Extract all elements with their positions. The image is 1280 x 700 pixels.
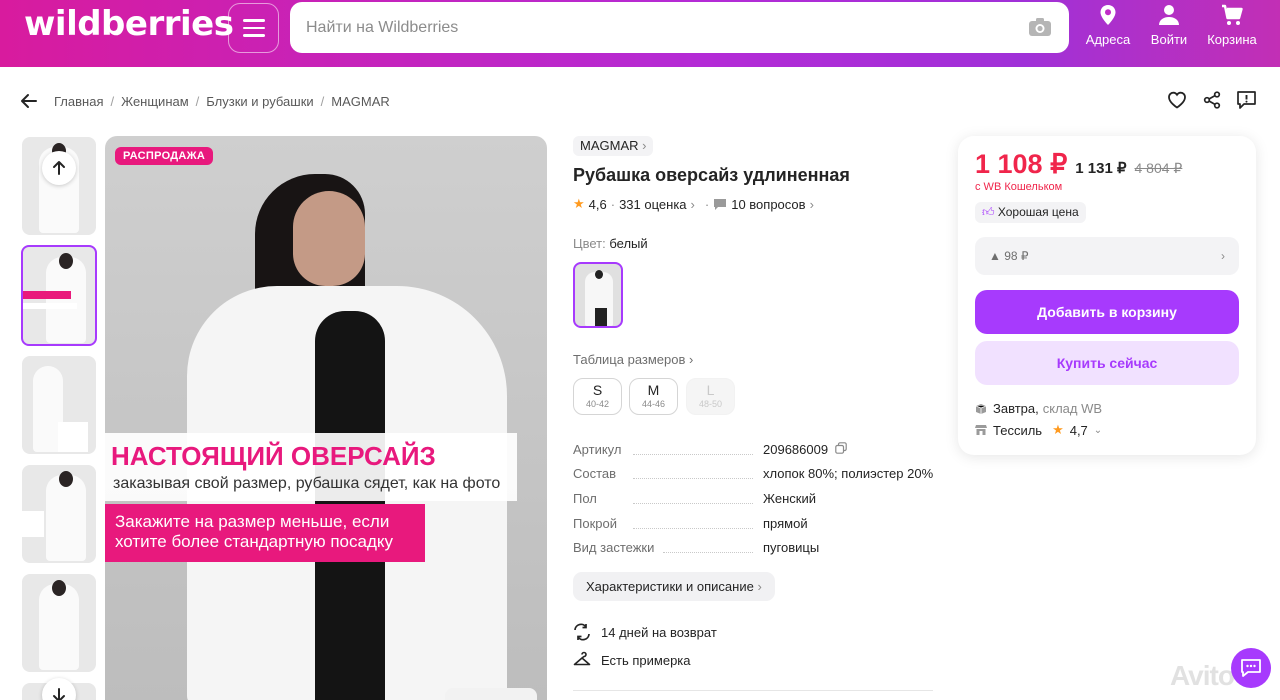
wildberries-logo[interactable]: wildberries xyxy=(24,4,234,44)
search-input[interactable] xyxy=(306,2,1006,53)
chevron-right-icon: › xyxy=(809,196,814,212)
chevron-right-icon: › xyxy=(690,196,695,212)
shop-icon xyxy=(975,425,987,435)
search-bar xyxy=(290,2,1069,53)
divider xyxy=(573,690,933,691)
caption-title: НАСТОЯЩИЙ ОВЕРСАЙЗ xyxy=(111,441,436,471)
color-value: белый xyxy=(609,236,648,251)
camera-icon[interactable] xyxy=(1028,17,1052,37)
cart-icon xyxy=(1222,4,1243,25)
price-card: 1 108 ₽ 1 131 ₽ 4 804 ₽ с WB Кошельком 👍… xyxy=(958,136,1256,455)
delivery-info: Завтра, склад WB xyxy=(975,401,1102,416)
characteristics-button[interactable]: Характеристики и описание › xyxy=(573,572,775,601)
rating-value: 4,6 xyxy=(588,196,607,212)
copy-icon[interactable] xyxy=(834,442,847,454)
good-price-badge: 👍︎ Хорошая цена xyxy=(975,202,1086,223)
spec-row-gender: Пол Женский xyxy=(573,491,816,506)
brand-link[interactable]: MAGMAR › xyxy=(573,136,654,156)
seller-rating: 4,7 xyxy=(1069,422,1088,438)
photo-caption-pink: Закажите на размер меньше, если хотите б… xyxy=(105,504,425,562)
sale-badge: РАСПРОДАЖА xyxy=(115,147,214,165)
chevron-right-icon: › xyxy=(689,352,694,367)
reviews-link[interactable]: 331 оценка xyxy=(619,197,686,212)
share-icon[interactable] xyxy=(1202,90,1222,110)
try-on-info: Есть примерка xyxy=(573,651,691,669)
seller-info[interactable]: Тессиль ★ 4,7 ⌄ xyxy=(975,422,1102,438)
wallet-note: с WB Кошельком xyxy=(975,181,1063,193)
thumbnail-4[interactable] xyxy=(22,465,96,563)
questions-icon xyxy=(714,198,727,210)
size-option-l: L 48-50 xyxy=(686,378,735,415)
thumbnail-3[interactable] xyxy=(22,356,96,454)
breadcrumb-home[interactable]: Главная xyxy=(54,94,103,109)
caption-subtitle: заказывая свой размер, рубашка сядет, ка… xyxy=(113,475,501,492)
breadcrumb: Главная / Женщинам / Блузки и рубашки / MAGMAR xyxy=(54,94,390,109)
spec-row-article: Артикул 209686009 xyxy=(573,442,933,460)
size-table-link[interactable]: Таблица размеров › xyxy=(573,352,693,367)
add-to-cart-button[interactable]: Добавить в корзину xyxy=(975,290,1239,334)
size-option-m[interactable]: M 44-46 xyxy=(629,378,678,415)
star-icon: ★ xyxy=(573,196,585,211)
cart-button[interactable]: Корзина xyxy=(1202,4,1262,47)
size-option-s[interactable]: S 40-42 xyxy=(573,378,622,415)
user-icon xyxy=(1159,5,1179,25)
hanger-icon xyxy=(573,651,591,666)
return-arrows-icon xyxy=(574,623,590,641)
try-on-button[interactable] xyxy=(445,688,537,700)
old-price: 4 804 ₽ xyxy=(1134,160,1183,176)
product-title: Рубашка оверсайз удлиненная xyxy=(573,165,850,185)
thumbnail-5[interactable] xyxy=(22,574,96,672)
arrow-down-icon xyxy=(53,688,65,700)
buy-now-button[interactable]: Купить сейчас xyxy=(975,341,1239,385)
breadcrumb-blouses[interactable]: Блузки и рубашки xyxy=(206,94,313,109)
thumbnail-2[interactable] xyxy=(21,245,97,346)
price-row: 1 108 ₽ 1 131 ₽ 4 804 ₽ xyxy=(975,149,1182,180)
menu-icon xyxy=(242,19,265,22)
photo-caption: НАСТОЯЩИЙ ОВЕРСАЙЗ заказывая свой размер… xyxy=(105,433,517,501)
chevron-down-icon: ⌄ xyxy=(1093,424,1103,436)
chevron-right-icon: › xyxy=(642,138,647,153)
back-arrow-icon[interactable] xyxy=(20,92,38,110)
return-policy: 14 дней на возврат xyxy=(573,623,717,641)
spec-row-fastener: Вид застежки пуговицы xyxy=(573,540,820,555)
location-pin-icon xyxy=(1100,5,1116,25)
wallet-price: 1 108 ₽ xyxy=(975,149,1068,179)
avito-watermark: Avito xyxy=(1170,660,1235,691)
main-product-photo[interactable]: РАСПРОДАЖА НАСТОЯЩИЙ ОВЕРСАЙЗ заказывая … xyxy=(105,136,547,700)
current-price: 1 131 ₽ xyxy=(1075,160,1127,177)
chat-bubble-icon xyxy=(1241,659,1261,677)
spec-row-cut: Покрой прямой xyxy=(573,516,808,531)
breadcrumb-brand[interactable]: MAGMAR xyxy=(331,94,390,109)
chevron-right-icon: › xyxy=(757,579,762,594)
thumbs-up-icon: 👍︎ xyxy=(982,205,995,219)
addresses-button[interactable]: Адреса xyxy=(1078,4,1138,47)
spec-row-composition: Состав хлопок 80%; полиэстер 20% xyxy=(573,466,934,481)
top-header: wildberries Адреса Войти Корзина xyxy=(0,0,1280,67)
price-history-row[interactable]: ▲ 98 ₽ › xyxy=(975,237,1239,275)
chat-button[interactable] xyxy=(1231,648,1271,688)
questions-link[interactable]: 10 вопросов xyxy=(731,197,805,212)
rating-row: ★ 4,6 · 331 оценка › · 10 вопросов › xyxy=(573,196,814,212)
arrow-up-icon xyxy=(53,161,65,175)
menu-button[interactable] xyxy=(228,3,279,53)
gallery-down-button[interactable] xyxy=(42,678,76,700)
login-button[interactable]: Войти xyxy=(1139,4,1199,47)
chevron-right-icon: › xyxy=(1221,249,1225,263)
box-icon xyxy=(975,403,987,414)
heart-icon[interactable] xyxy=(1167,90,1187,110)
breadcrumb-women[interactable]: Женщинам xyxy=(121,94,189,109)
gallery-up-button[interactable] xyxy=(42,151,76,185)
color-label: Цвет: белый xyxy=(573,236,648,251)
feedback-icon[interactable] xyxy=(1236,90,1257,110)
seller-name: Тессиль xyxy=(993,422,1043,438)
color-swatch-white[interactable] xyxy=(573,262,623,328)
star-icon: ★ xyxy=(1052,422,1064,437)
